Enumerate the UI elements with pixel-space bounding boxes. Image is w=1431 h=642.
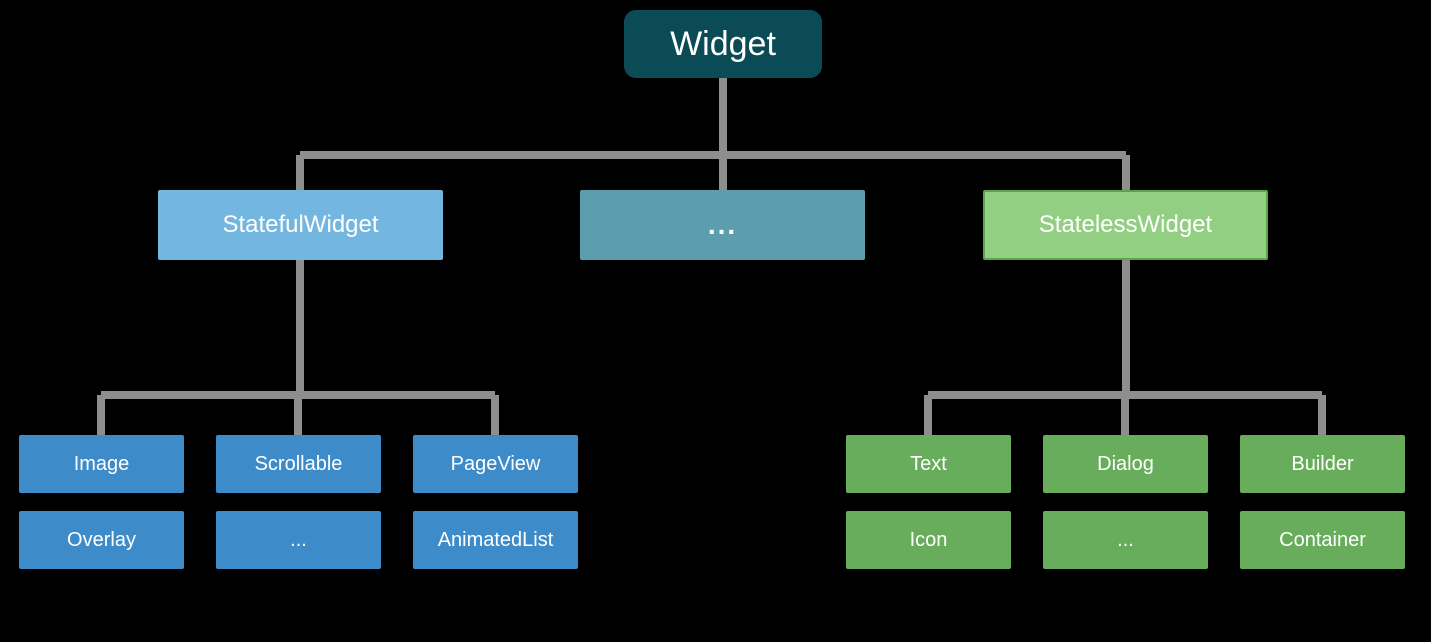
node-builder: Builder (1240, 435, 1405, 493)
node-scrollable: Scrollable (216, 435, 381, 493)
node-text: Text (846, 435, 1011, 493)
node-stateful-ellipsis: ... (216, 511, 381, 569)
node-stateless-ellipsis: ... (1043, 511, 1208, 569)
node-overlay: Overlay (19, 511, 184, 569)
node-stateless-widget: StatelessWidget (983, 190, 1268, 260)
node-mid-ellipsis: ... (580, 190, 865, 260)
node-image: Image (19, 435, 184, 493)
node-dialog: Dialog (1043, 435, 1208, 493)
node-widget: Widget (624, 10, 822, 78)
node-icon: Icon (846, 511, 1011, 569)
node-animatedlist: AnimatedList (413, 511, 578, 569)
connector-lines (0, 0, 1431, 642)
node-stateful-widget: StatefulWidget (158, 190, 443, 260)
node-container: Container (1240, 511, 1405, 569)
node-pageview: PageView (413, 435, 578, 493)
